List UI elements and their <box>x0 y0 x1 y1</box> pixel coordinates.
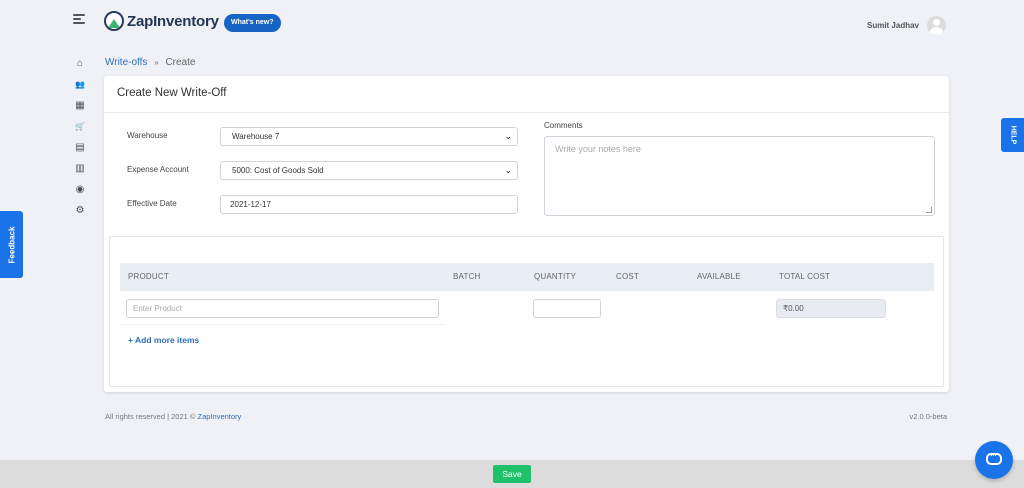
sidebar-item-reports[interactable]: ▥ <box>72 158 88 179</box>
cart-icon: 🛒 <box>75 122 85 131</box>
breadcrumb-write-offs-link[interactable]: Write-offs <box>105 57 147 68</box>
sidebar-item-inventory[interactable]: ▦ <box>72 95 88 116</box>
column-header-cost: COST <box>616 272 640 281</box>
help-tab[interactable]: HELP <box>1001 118 1024 152</box>
feedback-tab[interactable]: Feedback <box>0 211 23 278</box>
bottom-action-bar: Save <box>0 460 1024 488</box>
resize-handle-icon[interactable] <box>926 207 932 213</box>
add-more-items-link[interactable]: + Add more items <box>128 335 199 345</box>
circle-icon: ◉ <box>75 184 85 195</box>
card-divider <box>104 112 949 113</box>
column-header-total-cost: TOTAL COST <box>779 272 831 281</box>
expense-account-select-value: 5000: Cost of Goods Sold <box>232 166 324 175</box>
copyright-text: All rights reserved | 2021 © <box>105 412 196 421</box>
items-table-header: PRODUCT BATCH QUANTITY COST AVAILABLE TO… <box>120 263 934 291</box>
avatar[interactable] <box>927 16 946 35</box>
logo-text: ZapInventory <box>127 12 219 30</box>
warehouse-label: Warehouse <box>127 131 168 140</box>
footer-brand-link[interactable]: ZapInventory <box>198 412 242 421</box>
app-shell: ZapInventory What's new? Sumit Jadhav ⌂ … <box>66 0 960 460</box>
whats-new-button[interactable]: What's new? <box>224 14 281 32</box>
warehouse-select-value: Warehouse 7 <box>232 132 280 141</box>
menu-toggle-icon[interactable] <box>73 14 85 24</box>
warehouse-icon: ▤ <box>75 142 85 153</box>
sidebar-item-users[interactable]: 👥 <box>72 74 88 95</box>
sidebar-item-settings[interactable]: ⚙ <box>72 200 88 221</box>
chat-icon <box>986 450 1002 465</box>
sidebar-item-integrations[interactable]: ◉ <box>72 179 88 200</box>
sidebar-item-home[interactable]: ⌂ <box>72 53 88 74</box>
page-title: Create New Write-Off <box>117 87 227 99</box>
logo-mark-icon <box>104 11 124 31</box>
comments-textarea[interactable]: Write your notes here <box>544 136 935 216</box>
sidebar-item-warehouse[interactable]: ▤ <box>72 137 88 158</box>
quantity-input[interactable] <box>533 299 601 318</box>
column-header-product: PRODUCT <box>128 272 169 281</box>
column-header-available: AVAILABLE <box>697 272 741 281</box>
help-label: HELP <box>1009 125 1016 145</box>
save-button[interactable]: Save <box>493 465 531 483</box>
chevron-down-icon: ⌄ <box>504 131 512 141</box>
comments-label: Comments <box>544 121 583 130</box>
column-header-batch: BATCH <box>453 272 481 281</box>
chat-widget-button[interactable] <box>975 441 1013 479</box>
product-input[interactable]: Enter Product <box>126 299 439 318</box>
warehouse-select[interactable]: Warehouse 7 ⌄ <box>220 127 518 146</box>
user-name: Sumit Jadhav <box>866 21 919 30</box>
feedback-label: Feedback <box>7 226 16 263</box>
user-menu[interactable]: Sumit Jadhav <box>867 16 946 35</box>
top-bar: ZapInventory What's new? Sumit Jadhav <box>66 0 960 46</box>
breadcrumb: Write-offs » Create <box>105 57 195 68</box>
expense-account-label: Expense Account <box>127 165 189 174</box>
boxes-icon: ▦ <box>75 100 85 111</box>
sidebar-nav: ⌂ 👥 ▦ 🛒 ▤ ▥ ◉ ⚙ <box>72 53 88 221</box>
breadcrumb-separator: » <box>154 58 159 67</box>
users-icon: 👥 <box>75 80 85 89</box>
home-icon: ⌂ <box>76 58 84 69</box>
sidebar-item-cart[interactable]: 🛒 <box>72 116 88 137</box>
logo[interactable]: ZapInventory <box>104 11 219 31</box>
effective-date-input[interactable]: 2021-12-17 <box>220 195 518 214</box>
comments-placeholder: Write your notes here <box>555 144 641 154</box>
gear-icon: ⚙ <box>75 205 85 216</box>
expense-account-select[interactable]: 5000: Cost of Goods Sold ⌄ <box>220 161 518 180</box>
chevron-down-icon: ⌄ <box>504 165 512 175</box>
items-table: PRODUCT BATCH QUANTITY COST AVAILABLE TO… <box>109 236 944 387</box>
footer-copyright: All rights reserved | 2021 © ZapInventor… <box>105 412 241 421</box>
chart-icon: ▥ <box>75 163 85 174</box>
column-header-quantity: QUANTITY <box>534 272 577 281</box>
footer-version: v2.0.0-beta <box>909 412 947 421</box>
effective-date-label: Effective Date <box>127 199 177 208</box>
total-cost-field: ₹0.00 <box>776 299 886 318</box>
breadcrumb-current: Create <box>165 57 196 68</box>
row-divider <box>120 324 445 325</box>
write-off-form-card: Create New Write-Off Warehouse Warehouse… <box>104 76 949 392</box>
